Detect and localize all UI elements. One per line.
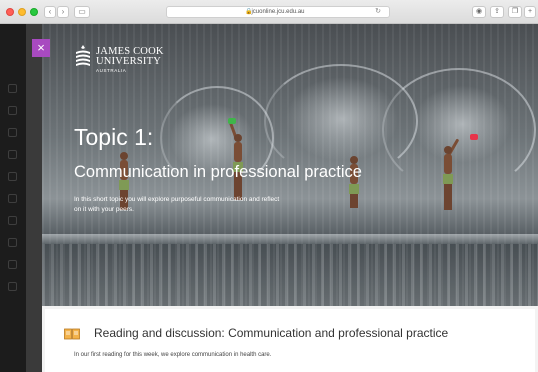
book-icon: [64, 328, 80, 340]
sidebar-toggle-button[interactable]: ▭: [74, 6, 90, 18]
reload-icon[interactable]: ↻: [375, 7, 381, 17]
sidebar-nav-icon[interactable]: [8, 282, 17, 291]
share-icon: ⇪: [494, 8, 500, 15]
address-text: jcuonline.jcu.edu.au: [251, 9, 305, 15]
window-minimize-button[interactable]: [18, 8, 26, 16]
sidebar-nav-icon[interactable]: [8, 260, 17, 269]
water-spray: [382, 68, 536, 192]
back-button[interactable]: ‹: [44, 6, 56, 18]
sidebar-nav-icon[interactable]: [8, 84, 17, 93]
bucket: [228, 118, 236, 124]
window-zoom-button[interactable]: [30, 8, 38, 16]
topic-title: Topic 1:: [74, 124, 154, 150]
close-icon: ×: [37, 40, 45, 55]
bucket: [470, 134, 478, 140]
sidebar-nav-icon[interactable]: [8, 238, 17, 247]
sidebar-nav-icon[interactable]: [8, 194, 17, 203]
new-tab-button[interactable]: +: [524, 6, 536, 18]
new-tab-icon: +: [527, 8, 533, 15]
share-button[interactable]: ⇪: [490, 6, 504, 18]
content-card: [45, 309, 535, 372]
logo-text-line3: AUSTRALIA: [96, 68, 127, 73]
topic-description: In this short topic you will explore pur…: [74, 196, 280, 213]
section-title: Reading and discussion: Communication an…: [94, 326, 449, 340]
sidebar-nav-icon[interactable]: [8, 150, 17, 159]
address-bar[interactable]: 🔒 jcuonline.jcu.edu.au ↻: [166, 6, 390, 18]
close-button[interactable]: ×: [32, 39, 50, 57]
privacy-button[interactable]: ◉: [472, 6, 486, 18]
tabs-icon: ❐: [511, 8, 519, 15]
sidebar-nav-icon[interactable]: [8, 128, 17, 137]
section-body-text: In our first reading for this week, we e…: [74, 352, 272, 358]
forward-button[interactable]: ›: [57, 6, 69, 18]
lock-icon: 🔒: [245, 9, 253, 15]
jcu-logo-icon: [76, 45, 90, 66]
sidebar-gutter: [26, 24, 42, 372]
forward-icon: ›: [61, 7, 65, 16]
topic-subtitle: Communication in professional practice: [74, 163, 362, 181]
waterfall: [42, 244, 538, 306]
browser-toolbar: ‹ › ▭ 🔒 jcuonline.jcu.edu.au ↻ ◉ ⇪ ❐ +: [0, 0, 538, 24]
sidebar-icon: ▭: [78, 7, 86, 16]
waterfall-ledge: [42, 234, 538, 244]
window-close-button[interactable]: [6, 8, 14, 16]
tabs-button[interactable]: ❐: [508, 6, 522, 18]
logo-text-line2: UNIVERSITY: [96, 56, 161, 67]
sidebar-nav-icon[interactable]: [8, 216, 17, 225]
sidebar-nav-icon[interactable]: [8, 106, 17, 115]
sidebar-nav-icon[interactable]: [8, 172, 17, 181]
privacy-icon: ◉: [475, 8, 483, 15]
back-icon: ‹: [48, 7, 52, 16]
lms-sidebar: [0, 24, 26, 372]
